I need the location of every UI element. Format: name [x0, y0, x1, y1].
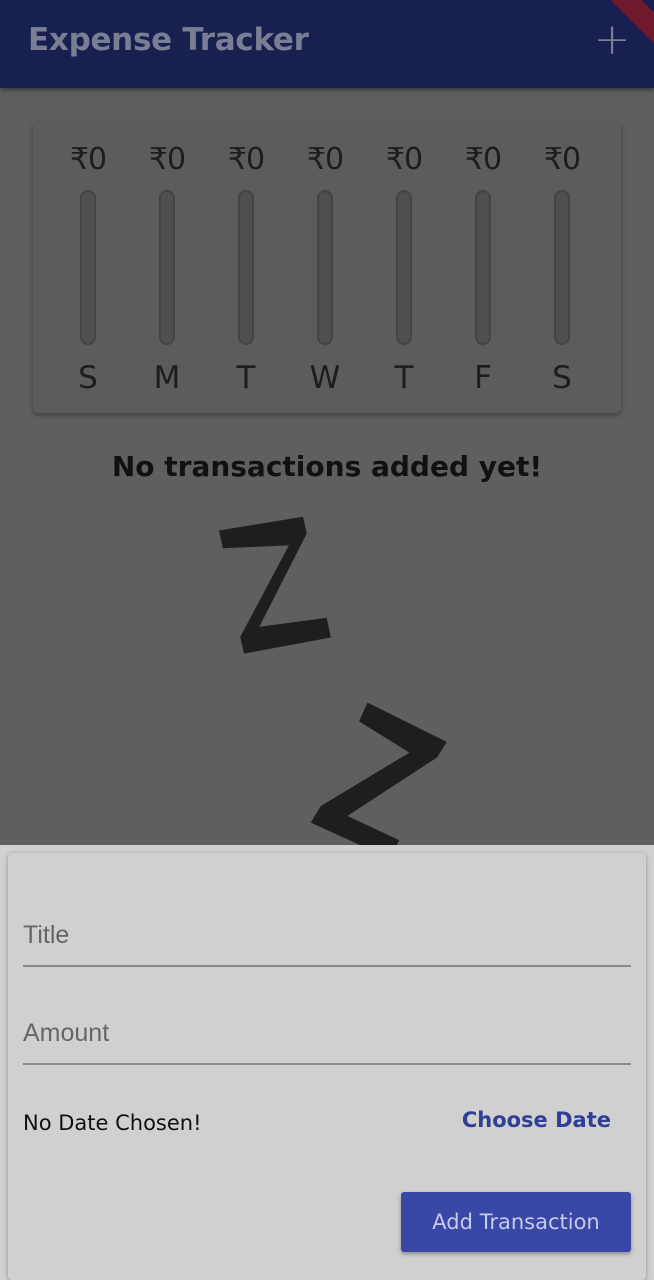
- bar-amount: ₹0: [148, 142, 186, 177]
- bar-amount: ₹0: [227, 142, 265, 177]
- bar-track: [475, 190, 491, 345]
- bar-day-label: S: [78, 360, 98, 396]
- chart-bar: ₹0 T: [374, 122, 434, 413]
- bar-amount: ₹0: [464, 142, 502, 177]
- chart-bar: ₹0 S: [532, 122, 592, 413]
- bar-track: [80, 190, 96, 345]
- chart-bar: ₹0 T: [216, 122, 276, 413]
- bar-day-label: W: [309, 360, 341, 396]
- bar-day-label: S: [552, 360, 572, 396]
- bar-track: [238, 190, 254, 345]
- chart-bar: ₹0 S: [58, 122, 118, 413]
- amount-input[interactable]: [23, 985, 631, 1063]
- bar-day-label: M: [153, 360, 181, 396]
- app-title: Expense Tracker: [28, 22, 309, 58]
- bar-track: [554, 190, 570, 345]
- title-field: [23, 887, 631, 967]
- chart-bar: ₹0 M: [137, 122, 197, 413]
- bar-amount: ₹0: [385, 142, 423, 177]
- bar-track: [159, 190, 175, 345]
- bar-track: [317, 190, 333, 345]
- bar-amount: ₹0: [69, 142, 107, 177]
- bar-day-label: T: [236, 360, 256, 396]
- add-transaction-button[interactable]: Add Transaction: [401, 1192, 631, 1252]
- new-transaction-card: No Date Chosen! Choose Date Add Transact…: [8, 853, 646, 1280]
- new-transaction-sheet: No Date Chosen! Choose Date Add Transact…: [0, 845, 654, 1280]
- amount-field: [23, 985, 631, 1065]
- bar-day-label: F: [474, 360, 492, 396]
- date-status-text: No Date Chosen!: [23, 1111, 202, 1135]
- chart-bar: ₹0 F: [453, 122, 513, 413]
- app-bar: Expense Tracker +: [0, 0, 654, 88]
- weekly-chart-card: ₹0 S ₹0 M ₹0 T ₹0 W ₹0 T ₹0 F ₹0 S: [33, 122, 621, 413]
- chart-bar: ₹0 W: [295, 122, 355, 413]
- title-input[interactable]: [23, 887, 631, 965]
- bar-day-label: T: [394, 360, 414, 396]
- empty-state-message: No transactions added yet!: [111, 450, 543, 483]
- bar-amount: ₹0: [543, 142, 581, 177]
- add-transaction-plus-icon[interactable]: +: [592, 18, 632, 64]
- choose-date-button[interactable]: Choose Date: [462, 1108, 611, 1132]
- sleeping-z-icon: [219, 516, 447, 845]
- bar-track: [396, 190, 412, 345]
- bar-amount: ₹0: [306, 142, 344, 177]
